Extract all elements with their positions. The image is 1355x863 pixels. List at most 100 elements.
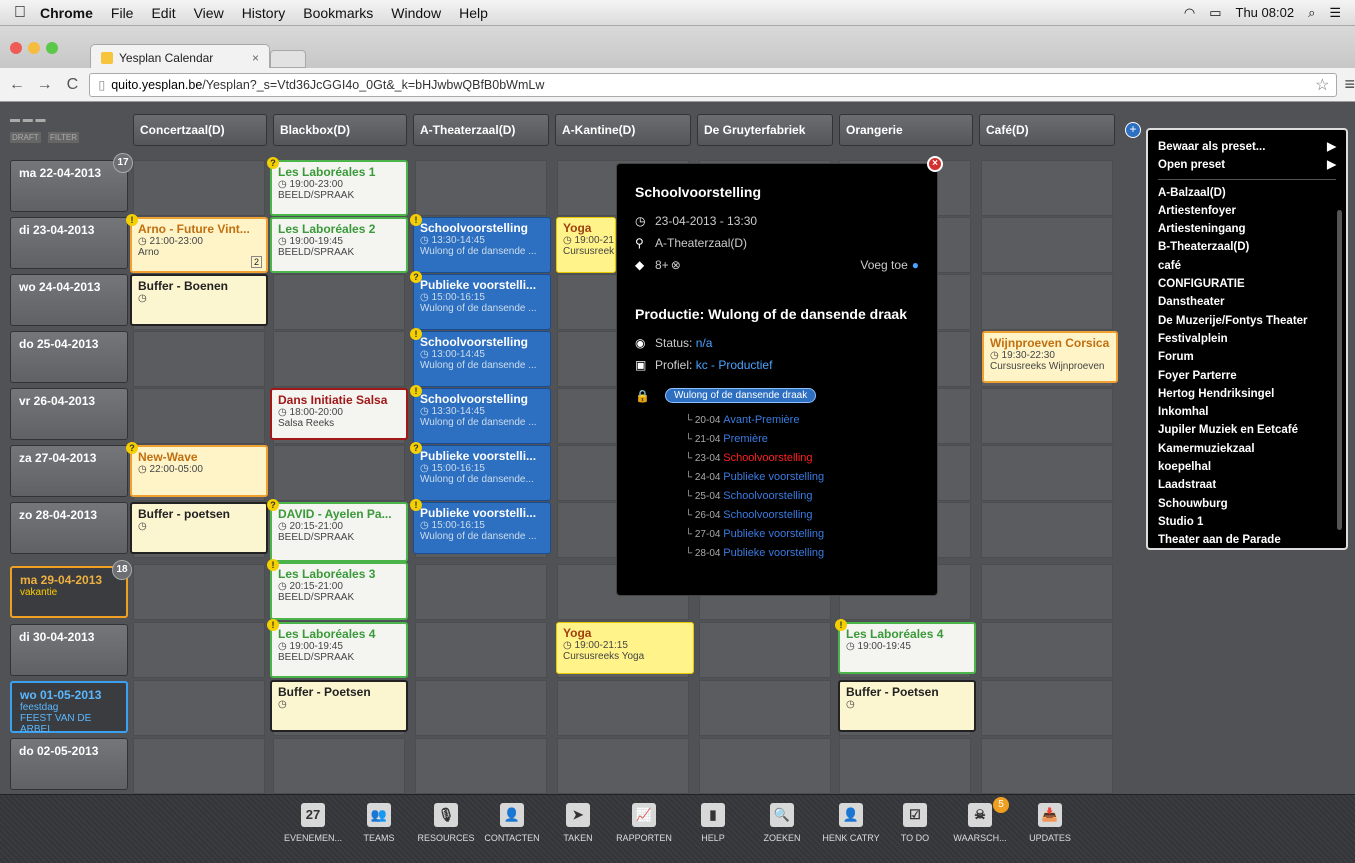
forward-icon[interactable]: → [34,76,56,94]
draft-button[interactable]: DRAFT [10,132,41,143]
calendar-cell[interactable] [699,622,831,678]
spotlight-icon[interactable]: ⌕ [1308,5,1315,21]
event-card[interactable]: Les Laboréales 4 ◷ 19:00-19:45 [838,622,976,674]
calendar-cell[interactable] [981,622,1113,678]
calendar-cell[interactable] [415,622,547,678]
resource-menu-item[interactable]: Schouwburg [1158,495,1336,513]
chain-item[interactable]: └ 20-04 Avant-Première [685,411,919,430]
popup-close-icon[interactable]: × [927,156,943,172]
calendar-cell[interactable] [133,160,265,216]
day-row-label[interactable]: wo 01-05-2013 feestdag FEEST VAN DE ARBEI [10,681,128,735]
event-card[interactable]: Wijnproeven Corsica ◷ 19:30-22:30 Cursusre… [982,331,1118,383]
warning-icon[interactable]: ! [410,214,422,226]
status-value[interactable]: n/a [696,336,713,350]
calendar-cell[interactable] [981,217,1113,273]
day-row-label[interactable]: ma 29-04-2013 vakantie 18 [10,560,132,618]
resource-menu-item[interactable]: Kamermuziekzaal [1158,440,1336,458]
resource-menu-item[interactable]: CONFIGURATIE [1158,275,1336,293]
calendar-cell[interactable] [839,738,971,794]
event-card[interactable]: Les Laboréales 3 ◷ 20:15-21:00 BEELD/SPRAA… [270,562,408,620]
apple-icon[interactable]:  [0,4,40,22]
resource-menu-item[interactable]: Foyer Parterre [1158,367,1336,385]
resource-menu-item[interactable]: café [1158,257,1336,275]
calendar-cell[interactable] [133,564,265,620]
toolbar-button-team[interactable]: 👥 TEAMS [349,803,409,843]
day-row-label[interactable]: do 25-04-2013 [10,331,128,383]
menu-item-open-preset[interactable]: Open preset ▶ [1158,156,1336,174]
resource-menu-item[interactable]: Artiestenfoyer [1158,202,1336,220]
day-row-label[interactable]: do 02-05-2013 [10,738,128,790]
calendar-cell[interactable] [415,738,547,794]
clock[interactable]: Thu 08:02 [1236,5,1295,20]
chrome-menu-icon[interactable]: ≡ [1345,74,1355,95]
add-column-icon[interactable]: + [1125,122,1141,138]
day-row-label[interactable]: di 23-04-2013 [10,217,128,269]
address-bar[interactable]: ▯ quito.yesplan.be /Yesplan?_s=Vtd36JcGG… [89,72,1337,97]
event-card[interactable]: Les Laboréales 4 ◷ 19:00-19:45 BEELD/SPRAA… [270,622,408,678]
day-row-label[interactable]: za 27-04-2013 [10,445,128,497]
back-icon[interactable]: ← [6,76,28,94]
menu-bookmarks[interactable]: Bookmarks [303,5,373,21]
calendar-cell[interactable] [557,680,689,736]
resource-menu-item[interactable]: Inkomhal [1158,403,1336,421]
toolbar-button-microphone[interactable]: 🎙 RESOURCES [416,803,476,843]
new-tab-button[interactable] [270,50,306,68]
resource-menu-item[interactable]: Forum [1158,348,1336,366]
event-card[interactable]: New-Wave ◷ 22:00-05:00 [130,445,268,497]
toolbar-button-chart[interactable]: 📈 RAPPORTEN [614,803,674,843]
calendar-cell[interactable] [133,680,265,736]
menu-window[interactable]: Window [391,5,441,21]
toolbar-button-send[interactable]: ➤ TAKEN [548,803,608,843]
profile-value[interactable]: kc - Productief [696,358,773,372]
resource-menu-item[interactable]: Studio 1 [1158,513,1336,531]
calendar-cell[interactable] [273,738,405,794]
event-card[interactable]: Yoga ◷ 19:00-21 Cursusreek [556,217,616,273]
event-card[interactable]: Buffer - poetsen ◷ [130,502,268,554]
warning-icon[interactable]: ? [410,442,422,454]
resource-menu-item[interactable]: Theater aan de Parade [1158,531,1336,549]
menu-help[interactable]: Help [459,5,488,21]
event-card[interactable]: Schoolvoorstelling ◷ 13:30-14:45 Wulong of… [413,388,551,444]
menu-file[interactable]: File [111,5,134,21]
day-row-label[interactable]: zo 28-04-2013 [10,502,128,554]
filter-button[interactable]: FILTER [48,132,79,143]
calendar-cell[interactable] [981,274,1113,330]
resource-menu-item[interactable]: koepelhal [1158,458,1336,476]
calendar-cell[interactable] [981,680,1113,736]
event-card[interactable]: Buffer - Boenen ◷ [130,274,268,326]
warning-icon[interactable]: ! [835,619,847,631]
calendar-cell[interactable] [133,738,265,794]
reload-icon[interactable]: C [62,76,84,94]
warning-icon[interactable]: ? [126,442,138,454]
event-card[interactable]: Les Laboréales 2 ◷ 19:00-19:45 BEELD/SPRAA… [270,217,408,273]
menu-edit[interactable]: Edit [151,5,175,21]
column-header-orangerie[interactable]: Orangerie [839,114,973,146]
calendar-cell[interactable] [273,445,405,501]
event-card[interactable]: Publieke voorstelli... ◷ 15:00-16:15 Wulon… [413,502,551,554]
calendar-cell[interactable] [415,680,547,736]
event-card[interactable]: Dans Initiatie Salsa ◷ 18:00-20:00 Salsa R… [270,388,408,440]
calendar-cell[interactable] [981,564,1113,620]
toolbar-button-contact[interactable]: 👤 CONTACTEN [482,803,542,843]
calendar-cell[interactable] [981,160,1113,216]
chain-item[interactable]: └ 27-04 Publieke voorstelling [685,525,919,544]
event-card[interactable]: Publieke voorstelli... ◷ 15:00-16:15 Wulon… [413,274,551,330]
event-card[interactable]: Publieke voorstelli... ◷ 15:00-16:15 Wulon… [413,445,551,501]
event-card[interactable]: DAVID - Ayelen Pa... ◷ 20:15-21:00 BEELD/S… [270,502,408,562]
tab-close-icon[interactable]: × [252,51,259,65]
column-header-cafe[interactable]: Café(D) [979,114,1115,146]
bookmark-star-icon[interactable]: ☆ [1315,75,1329,95]
toolbar-button-calendar[interactable]: 27 EVENEMEN... [283,803,343,843]
toolbar-button-user[interactable]: 👤 HENK CATRY [821,803,881,843]
chain-item[interactable]: └ 26-04 Schoolvoorstelling [685,506,919,525]
day-row-label[interactable]: vr 26-04-2013 [10,388,128,440]
calendar-cell[interactable] [981,502,1113,558]
calendar-cell[interactable] [273,331,405,387]
minimize-window-icon[interactable] [28,42,40,54]
resource-menu-item[interactable]: A-Balzaal(D) [1158,184,1336,202]
calendar-cell[interactable] [981,738,1113,794]
calendar-cell[interactable] [415,160,547,216]
day-row-label[interactable]: di 30-04-2013 [10,624,128,676]
day-row-label[interactable]: ma 22-04-2013 17 [10,153,133,212]
add-icon[interactable]: ● [912,258,919,272]
